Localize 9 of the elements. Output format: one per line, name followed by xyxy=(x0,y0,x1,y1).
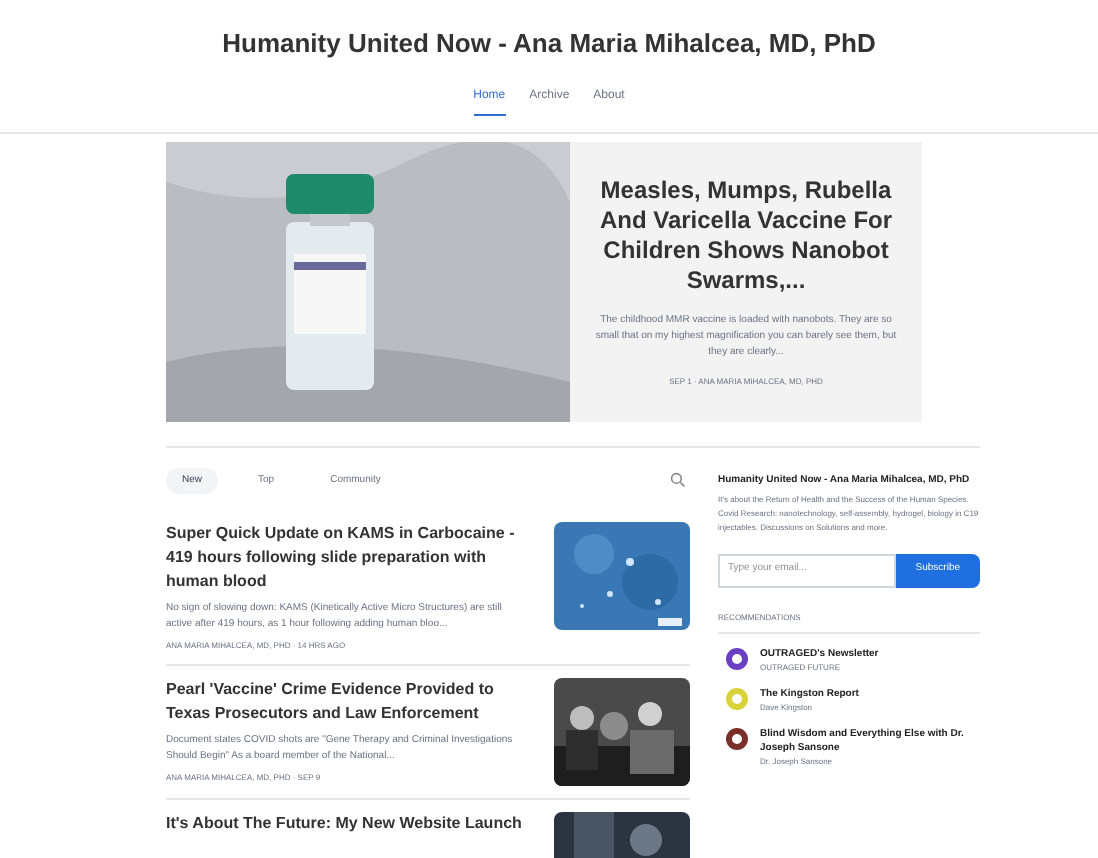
publication-logo[interactable] xyxy=(726,647,748,669)
post-title[interactable]: Pearl 'Vaccine' Crime Evidence Provided to Texas Prosecutors and Law Enforcement xyxy=(166,678,530,726)
post-title[interactable]: It's About The Future: My New Website Launch xyxy=(166,812,530,836)
site-title: Humanity United Now - Ana Maria Mihalcea, MD, PhD xyxy=(222,26,876,62)
post-title[interactable]: Super Quick Update on KAMS in Carbocaine - 419 hours following slide preparation with human blood xyxy=(166,522,530,594)
publication-logo[interactable] xyxy=(726,727,748,749)
search-icon[interactable] xyxy=(670,472,686,489)
hero-title[interactable]: Measles, Mumps, Rubella And Varicella Vaccine For Children Shows Nanobot Swarms,... xyxy=(594,175,898,295)
hero-card[interactable] xyxy=(570,141,922,421)
